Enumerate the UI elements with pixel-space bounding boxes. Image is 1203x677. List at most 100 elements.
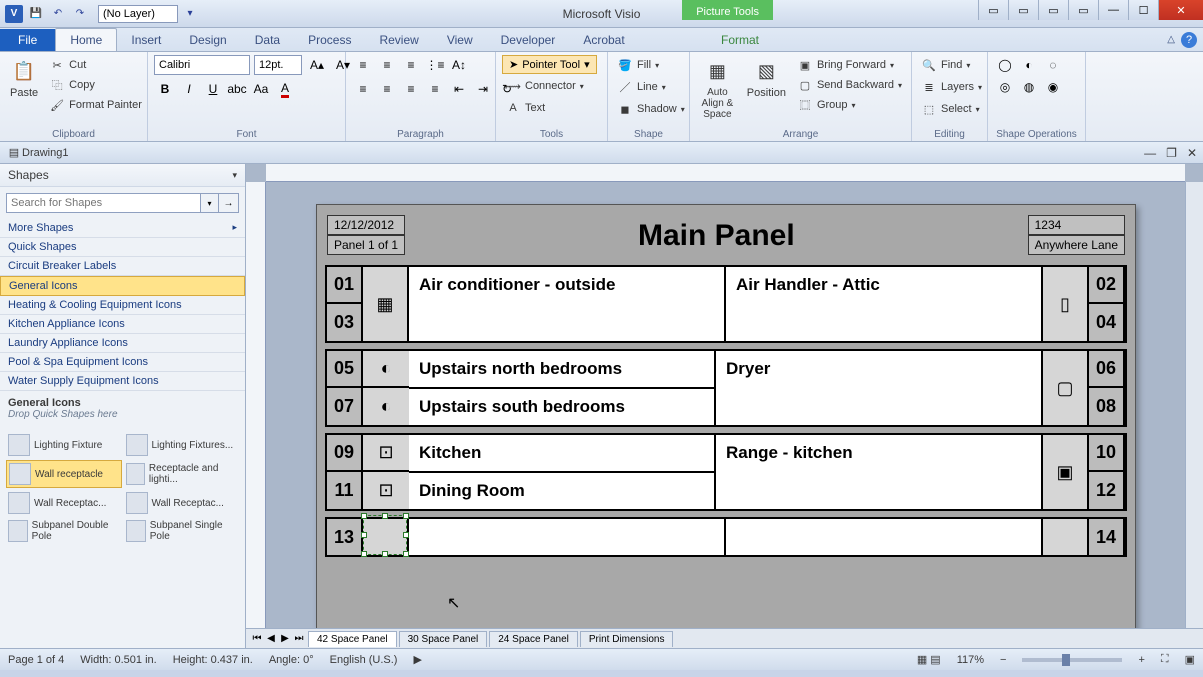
qat-dropdown-icon[interactable]: ▾ <box>180 4 200 24</box>
align-middle-icon[interactable]: ≡ <box>376 55 398 75</box>
stencil-item[interactable]: Kitchen Appliance Icons <box>0 315 245 334</box>
page-tab[interactable]: 24 Space Panel <box>489 631 578 647</box>
indent-inc-icon[interactable]: ⇥ <box>472 79 494 99</box>
shape-item[interactable]: Wall receptacle <box>6 460 122 488</box>
text-tool-button[interactable]: AText <box>502 98 548 118</box>
align-top-icon[interactable]: ≡ <box>352 55 374 75</box>
circuit-label[interactable]: Upstairs south bedrooms <box>409 387 714 425</box>
justify-icon[interactable]: ≡ <box>424 79 446 99</box>
font-color-button[interactable]: A <box>274 79 296 99</box>
autoalign-button[interactable]: ▦Auto Align & Space <box>696 55 739 122</box>
page-nav[interactable]: ⏮◀▶⏭ <box>246 633 306 644</box>
zoom-out-icon[interactable]: − <box>1000 654 1006 666</box>
shape-item[interactable]: Receptacle and lighti... <box>124 460 240 488</box>
shape-item[interactable]: Wall Receptac... <box>6 490 122 516</box>
send-backward-button[interactable]: ▢Send Backward▾ <box>794 75 905 95</box>
zoom-slider[interactable] <box>1022 658 1122 662</box>
shapeop1-icon[interactable]: ◯ <box>994 55 1016 75</box>
stencil-item[interactable]: Pool & Spa Equipment Icons <box>0 353 245 372</box>
bring-forward-button[interactable]: ▣Bring Forward▾ <box>794 55 905 75</box>
increase-font-icon[interactable]: A▴ <box>306 55 328 75</box>
align-left-icon[interactable]: ≡ <box>352 79 374 99</box>
page-tab[interactable]: 30 Space Panel <box>399 631 488 647</box>
outlet-icon[interactable]: ⊡ <box>363 435 409 472</box>
text-direction-icon[interactable]: A↕ <box>448 55 470 75</box>
zoom-in-icon[interactable]: + <box>1138 654 1144 666</box>
tab-home[interactable]: Home <box>55 28 117 51</box>
shadow-button[interactable]: ◼Shadow▾ <box>614 99 688 119</box>
external-link2-icon[interactable]: ▭ <box>1008 0 1038 20</box>
align-center-icon[interactable]: ≡ <box>376 79 398 99</box>
tab-view[interactable]: View <box>433 29 487 51</box>
fit-page-icon[interactable]: ⛶ <box>1161 653 1169 666</box>
stencil-item[interactable]: Laundry Appliance Icons <box>0 334 245 353</box>
empty-icon[interactable] <box>1043 519 1089 555</box>
tab-design[interactable]: Design <box>175 29 240 51</box>
layer-combo[interactable]: (No Layer) <box>98 5 178 23</box>
save-icon[interactable]: 💾 <box>26 4 46 24</box>
search-dropdown-icon[interactable]: ▾ <box>201 193 219 213</box>
external-link3-icon[interactable]: ▭ <box>1038 0 1068 20</box>
stencil-item[interactable]: Quick Shapes <box>0 238 245 257</box>
fullscreen-icon[interactable]: ▣ <box>1185 653 1195 666</box>
shapeop4-icon[interactable]: ◎ <box>994 77 1016 97</box>
stencil-item[interactable]: Heating & Cooling Equipment Icons <box>0 296 245 315</box>
shape-item[interactable]: Subpanel Double Pole <box>6 518 122 544</box>
minimize-button[interactable]: — <box>1098 0 1128 20</box>
format-painter-button[interactable]: 🖌Format Painter <box>46 95 145 115</box>
outlet-icon[interactable]: ⊡ <box>363 472 409 509</box>
circuit-label[interactable]: Air conditioner - outside <box>409 267 726 341</box>
shapes-header[interactable]: Shapes▾ <box>0 164 245 187</box>
shapeop5-icon[interactable]: ◍ <box>1018 77 1040 97</box>
file-tab[interactable]: File <box>0 29 55 51</box>
undo-icon[interactable]: ↶ <box>48 4 68 24</box>
circuit-label[interactable] <box>409 519 726 555</box>
italic-button[interactable]: I <box>178 79 200 99</box>
chevron-down-icon[interactable]: ▾ <box>232 170 237 181</box>
strikethrough-button[interactable]: abc <box>226 79 248 99</box>
circuit-label[interactable]: Kitchen <box>409 435 714 471</box>
tab-data[interactable]: Data <box>241 29 294 51</box>
shape-item[interactable]: Wall Receptac... <box>124 490 240 516</box>
fill-button[interactable]: 🪣Fill▾ <box>614 55 662 75</box>
position-button[interactable]: ▧Position <box>743 55 790 101</box>
scrollbar-vertical[interactable] <box>1185 182 1203 628</box>
view-icons[interactable]: ▦ ▤ <box>917 653 941 666</box>
cut-button[interactable]: ✂Cut <box>46 55 145 75</box>
redo-icon[interactable]: ↷ <box>70 4 90 24</box>
shape-item[interactable]: Subpanel Single Pole <box>124 518 240 544</box>
page-tab[interactable]: Print Dimensions <box>580 631 674 647</box>
pointer-tool-button[interactable]: ➤Pointer Tool▾ <box>502 55 597 74</box>
circuit-label[interactable] <box>726 519 1043 555</box>
macro-record-icon[interactable]: ▶ <box>413 653 421 666</box>
ac-unit-icon[interactable]: ▦ <box>363 267 409 341</box>
shape-item[interactable]: Lighting Fixtures... <box>124 432 240 458</box>
maximize-button[interactable]: ☐ <box>1128 0 1158 20</box>
align-bottom-icon[interactable]: ≡ <box>400 55 422 75</box>
help-icon[interactable]: ? <box>1181 32 1197 48</box>
font-size-combo[interactable]: 12pt. <box>254 55 302 75</box>
stencil-item[interactable]: General Icons <box>0 276 245 296</box>
tab-review[interactable]: Review <box>365 29 432 51</box>
shapeop6-icon[interactable]: ◉ <box>1042 77 1064 97</box>
canvas[interactable]: 12/12/2012 Panel 1 of 1 Main Panel 1234 … <box>246 164 1203 648</box>
font-name-combo[interactable]: Calibri <box>154 55 250 75</box>
external-link-icon[interactable]: ▭ <box>978 0 1008 20</box>
indent-dec-icon[interactable]: ⇤ <box>448 79 470 99</box>
stencil-item[interactable]: Water Supply Equipment Icons <box>0 372 245 391</box>
search-input[interactable] <box>6 193 201 213</box>
shape-item[interactable]: Lighting Fixture <box>6 432 122 458</box>
air-handler-icon[interactable]: ▯ <box>1043 267 1089 341</box>
copy-button[interactable]: ⿻Copy <box>46 75 145 95</box>
close-button[interactable]: ✕ <box>1158 0 1203 20</box>
shapeop2-icon[interactable]: ◐ <box>1018 55 1040 75</box>
circuit-label[interactable]: Air Handler - Attic <box>726 267 1043 341</box>
range-icon[interactable]: ▣ <box>1043 435 1089 509</box>
tab-format[interactable]: Format <box>707 29 773 51</box>
zoom-level[interactable]: 117% <box>957 654 984 666</box>
shapeop3-icon[interactable]: ◌ <box>1042 55 1064 75</box>
circuit-label[interactable]: Range - kitchen <box>716 435 1043 509</box>
layers-button[interactable]: ≣Layers▾ <box>918 77 985 97</box>
underline-button[interactable]: U <box>202 79 224 99</box>
tab-developer[interactable]: Developer <box>487 29 570 51</box>
